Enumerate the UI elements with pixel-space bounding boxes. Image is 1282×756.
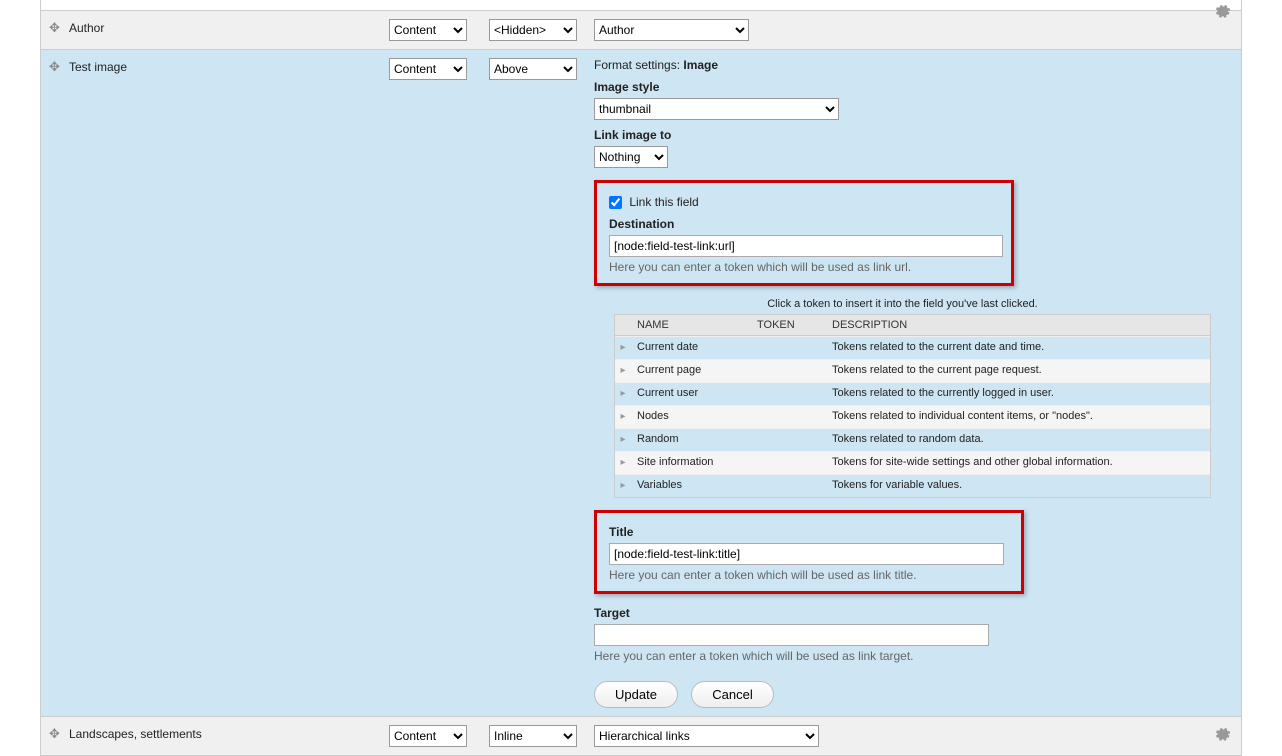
token-name: Variables [631, 475, 751, 497]
link-this-field-label: Link this field [629, 195, 698, 209]
destination-input[interactable] [609, 235, 1003, 257]
expand-icon[interactable]: ▸ [615, 337, 631, 359]
image-style-label: Image style [594, 80, 1211, 94]
token-row[interactable]: ▸Variables Tokens for variable values. [615, 474, 1210, 497]
token-header-row: NAME TOKEN DESCRIPTION [615, 315, 1210, 336]
token-row[interactable]: ▸Random Tokens related to random data. [615, 428, 1210, 451]
token-name: Current page [631, 360, 751, 382]
image-style-select[interactable]: thumbnail [594, 98, 839, 120]
link-image-label: Link image to [594, 128, 1211, 142]
field-name: Author [69, 19, 389, 35]
token-row[interactable]: ▸Nodes Tokens related to individual conte… [615, 405, 1210, 428]
token-name: Nodes [631, 406, 751, 428]
token-value [751, 383, 826, 405]
title-label: Title [609, 525, 1009, 539]
format-select[interactable]: Author [594, 19, 749, 41]
target-label: Target [594, 606, 1211, 620]
title-box: Title Here you can enter a token which w… [594, 510, 1024, 594]
destination-label: Destination [609, 217, 999, 231]
token-row[interactable]: ▸Current page Tokens related to the curre… [615, 359, 1210, 382]
label-select[interactable]: <Hidden> [489, 19, 577, 41]
drag-handle-icon[interactable]: ✥ [49, 60, 63, 74]
token-desc: Tokens related to the current page reque… [826, 360, 1210, 382]
expand-icon[interactable]: ▸ [615, 429, 631, 451]
region-select[interactable]: Content [389, 19, 467, 41]
gear-icon[interactable] [1213, 2, 1231, 23]
region-select[interactable]: Content [389, 58, 467, 80]
title-input[interactable] [609, 543, 1004, 565]
token-desc: Tokens related to random data. [826, 429, 1210, 451]
expand-icon[interactable]: ▸ [615, 406, 631, 428]
token-desc: Tokens for site-wide settings and other … [826, 452, 1210, 474]
token-row[interactable]: ▸Site information Tokens for site-wide se… [615, 451, 1210, 474]
token-row[interactable]: ▸Current user Tokens related to the curre… [615, 382, 1210, 405]
token-header-name: NAME [631, 315, 751, 335]
row-author: ✥ Author Content <Hidden> Author [41, 11, 1241, 50]
target-help: Here you can enter a token which will be… [594, 649, 1211, 663]
expand-icon[interactable]: ▸ [615, 475, 631, 497]
token-header-token: TOKEN [751, 315, 826, 335]
token-value [751, 452, 826, 474]
link-this-field-checkbox[interactable] [609, 196, 622, 209]
token-desc: Tokens related to the currently logged i… [826, 383, 1210, 405]
destination-help: Here you can enter a token which will be… [609, 260, 999, 274]
label-select[interactable]: Above [489, 58, 577, 80]
link-image-select[interactable]: Nothing [594, 146, 668, 168]
cancel-button[interactable]: Cancel [691, 681, 773, 708]
gear-icon[interactable] [1213, 725, 1231, 746]
expand-icon[interactable]: ▸ [615, 360, 631, 382]
token-instruction: Click a token to insert it into the fiel… [594, 298, 1211, 310]
field-name: Landscapes, settlements [69, 725, 389, 741]
token-value [751, 337, 826, 359]
token-name: Current date [631, 337, 751, 359]
token-name: Site information [631, 452, 751, 474]
expand-icon[interactable]: ▸ [615, 452, 631, 474]
token-header-desc: DESCRIPTION [826, 315, 1210, 335]
field-name: Test image [69, 58, 389, 74]
row-clipped [41, 0, 1241, 11]
token-desc: Tokens for variable values. [826, 475, 1210, 497]
target-input[interactable] [594, 624, 989, 646]
label-select[interactable]: Inline [489, 725, 577, 747]
format-settings: Format settings: Image [594, 58, 1211, 72]
update-button[interactable]: Update [594, 681, 678, 708]
row-test-image: ✥ Test image Content Above Format settin… [41, 50, 1241, 717]
token-row[interactable]: ▸Current date Tokens related to the curre… [615, 336, 1210, 359]
format-select[interactable]: Hierarchical links [594, 725, 819, 747]
token-value [751, 406, 826, 428]
drag-handle-icon[interactable]: ✥ [49, 727, 63, 741]
token-name: Random [631, 429, 751, 451]
token-table: NAME TOKEN DESCRIPTION ▸Current dateToke… [614, 314, 1211, 498]
token-desc: Tokens related to the current date and t… [826, 337, 1210, 359]
title-help: Here you can enter a token which will be… [609, 568, 1009, 582]
token-desc: Tokens related to individual content ite… [826, 406, 1210, 428]
token-value [751, 475, 826, 497]
token-value [751, 429, 826, 451]
expand-icon[interactable]: ▸ [615, 383, 631, 405]
drag-handle-icon[interactable]: ✥ [49, 21, 63, 35]
token-value [751, 360, 826, 382]
token-name: Current user [631, 383, 751, 405]
region-select[interactable]: Content [389, 725, 467, 747]
link-this-field-box: Link this field Destination Here you can… [594, 180, 1014, 286]
row-landscapes: ✥ Landscapes, settlements Content Inline… [41, 717, 1241, 755]
